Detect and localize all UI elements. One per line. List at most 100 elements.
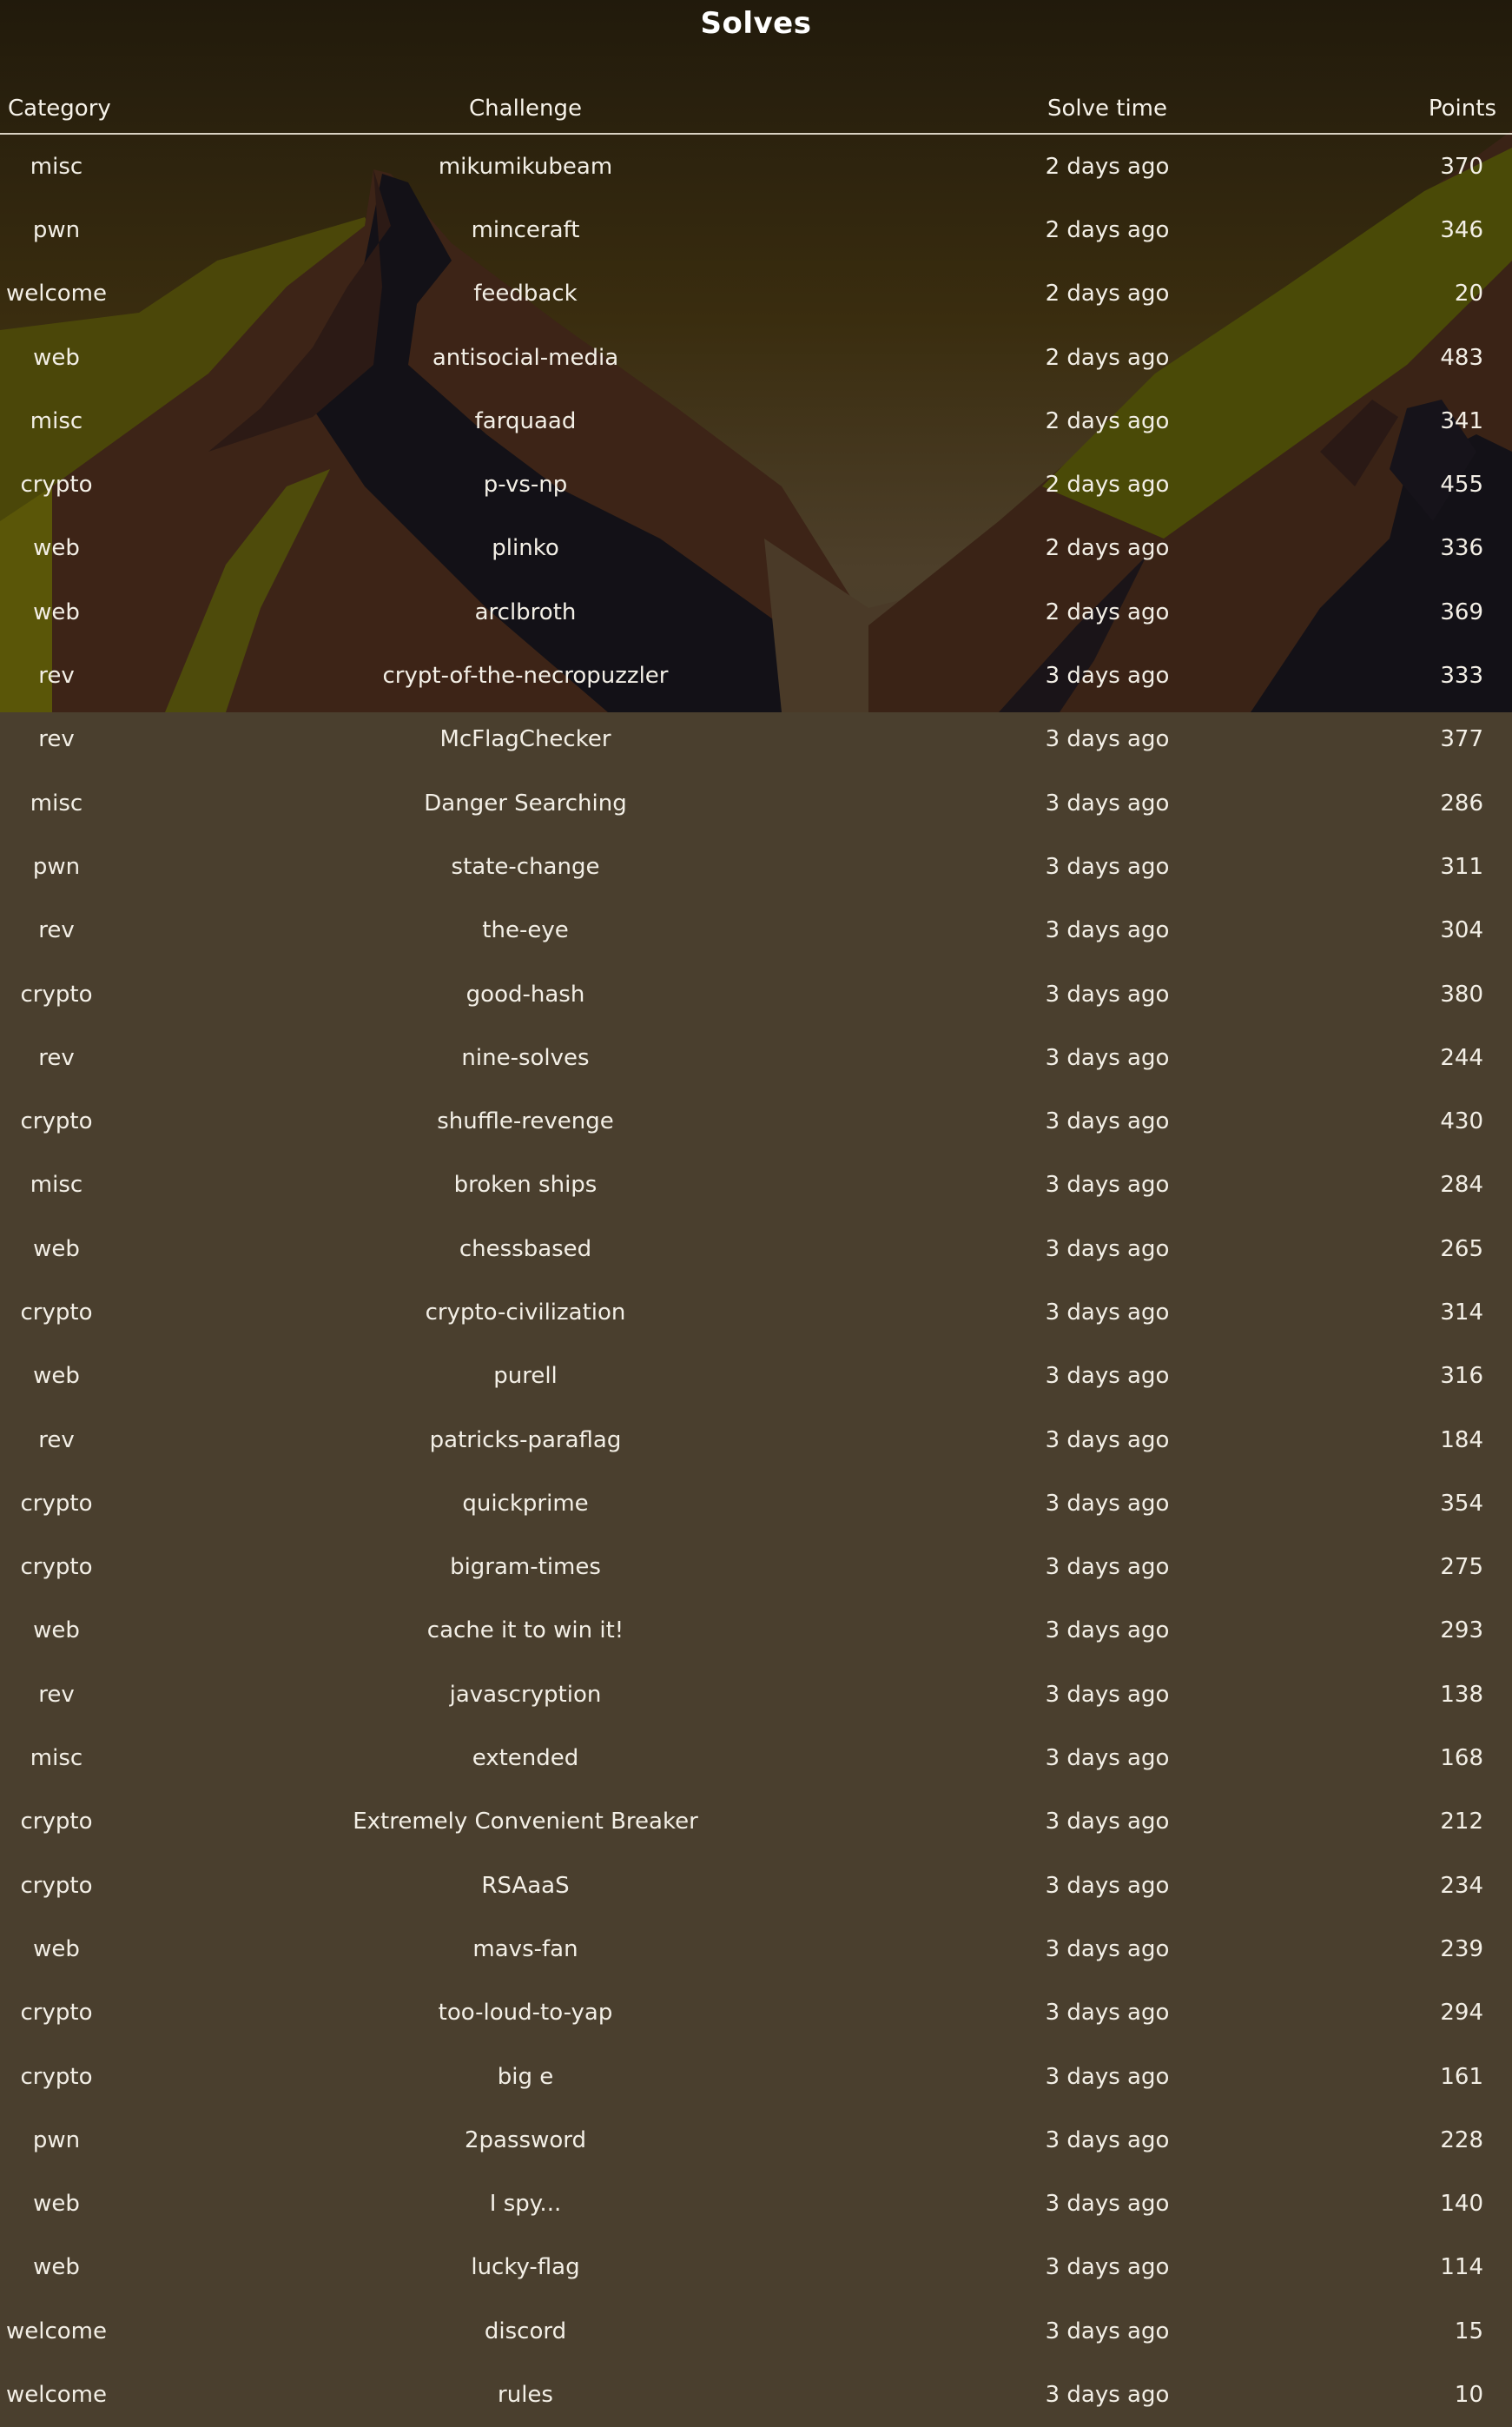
points-cell: 314 — [1440, 1299, 1483, 1326]
points-cell: 354 — [1440, 1490, 1483, 1517]
points-cell: 370 — [1440, 153, 1483, 180]
table-row: crypto good-hash 3 days ago 380 — [0, 962, 1512, 1026]
points-cell: 286 — [1440, 790, 1483, 817]
points-cell: 377 — [1440, 726, 1483, 753]
table-row: web arclbroth 2 days ago 369 — [0, 580, 1512, 644]
category-cell: welcome — [5, 281, 107, 308]
table-row: welcome rules 3 days ago 10 — [0, 2363, 1512, 2426]
challenge-cell: big e — [497, 2063, 554, 2090]
table-row: crypto shuffle-revenge 3 days ago 430 — [0, 1089, 1512, 1153]
challenge-cell: the-eye — [482, 917, 569, 944]
solves-panel: Solves Category Challenge Solve time Poi… — [0, 0, 1512, 2427]
points-cell: 294 — [1440, 2000, 1483, 2027]
points-cell: 369 — [1440, 598, 1483, 625]
challenge-cell: state-change — [451, 853, 600, 880]
solve-time-cell: 3 days ago — [1045, 1108, 1170, 1135]
challenge-cell: mavs-fan — [472, 1935, 578, 1962]
challenge-cell: 2password — [465, 2126, 586, 2153]
category-cell: web — [33, 535, 80, 562]
points-cell: 483 — [1440, 344, 1483, 371]
points-cell: 284 — [1440, 1172, 1483, 1199]
challenge-cell: RSAaaS — [481, 1872, 570, 1899]
points-cell: 228 — [1440, 2126, 1483, 2153]
solve-time-cell: 3 days ago — [1045, 1935, 1170, 1962]
category-cell: pwn — [32, 216, 81, 243]
challenge-cell: Danger Searching — [424, 790, 627, 817]
solve-time-cell: 2 days ago — [1045, 216, 1170, 243]
challenge-cell: chessbased — [459, 1235, 592, 1262]
challenge-cell: crypt-of-the-necropuzzler — [382, 663, 669, 690]
category-cell: crypto — [20, 1554, 93, 1581]
challenge-cell: patricks-paraflag — [429, 1426, 622, 1453]
solve-time-cell: 3 days ago — [1045, 1426, 1170, 1453]
challenge-cell: discord — [484, 2318, 567, 2344]
table-row: web chessbased 3 days ago 265 — [0, 1217, 1512, 1280]
category-cell: pwn — [32, 853, 81, 880]
solve-time-cell: 3 days ago — [1045, 1809, 1170, 1835]
solve-time-cell: 3 days ago — [1045, 2382, 1170, 2409]
solve-time-cell: 3 days ago — [1045, 663, 1170, 690]
category-cell: web — [33, 1235, 80, 1262]
category-cell: misc — [30, 153, 83, 180]
category-cell: rev — [38, 1681, 75, 1708]
challenge-cell: lucky-flag — [471, 2254, 580, 2281]
table-row: crypto big e 3 days ago 161 — [0, 2045, 1512, 2108]
solve-time-cell: 3 days ago — [1045, 1044, 1170, 1071]
column-header-category: Category — [0, 84, 113, 135]
category-cell: crypto — [20, 472, 93, 499]
challenge-cell: javascryption — [449, 1681, 602, 1708]
table-row: web purell 3 days ago 316 — [0, 1345, 1512, 1408]
challenge-cell: arclbroth — [474, 598, 577, 625]
category-cell: crypto — [20, 2063, 93, 2090]
points-cell: 304 — [1440, 917, 1483, 944]
table-row: welcome discord 3 days ago 15 — [0, 2299, 1512, 2363]
category-cell: rev — [38, 726, 75, 753]
challenge-cell: broken ships — [453, 1172, 598, 1199]
table-row: rev the-eye 3 days ago 304 — [0, 899, 1512, 962]
table-row: rev crypt-of-the-necropuzzler 3 days ago 33… — [0, 644, 1512, 707]
category-cell: rev — [38, 917, 75, 944]
challenge-cell: purell — [493, 1363, 558, 1390]
challenge-cell: good-hash — [465, 981, 585, 1008]
points-cell: 380 — [1440, 981, 1483, 1008]
challenge-cell: too-loud-to-yap — [438, 2000, 613, 2027]
category-cell: web — [33, 344, 80, 371]
challenge-cell: crypto-civilization — [425, 1299, 626, 1326]
table-row: pwn state-change 3 days ago 311 — [0, 835, 1512, 898]
challenge-cell: cache it to win it! — [426, 1617, 624, 1644]
page-title: Solves — [700, 6, 812, 41]
challenge-cell: I spy... — [489, 2191, 562, 2218]
solve-time-cell: 2 days ago — [1045, 535, 1170, 562]
table-row: web lucky-flag 3 days ago 114 — [0, 2236, 1512, 2299]
table-row: web cache it to win it! 3 days ago 293 — [0, 1599, 1512, 1663]
table-row: crypto Extremely Convenient Breaker 3 days… — [0, 1790, 1512, 1854]
category-cell: crypto — [20, 1490, 93, 1517]
table-row: rev patricks-paraflag 3 days ago 184 — [0, 1408, 1512, 1471]
challenge-cell: antisocial-media — [432, 344, 619, 371]
solves-table: Category Challenge Solve time Points mis… — [0, 84, 1512, 2427]
category-cell: crypto — [20, 1809, 93, 1835]
solve-time-cell: 3 days ago — [1045, 726, 1170, 753]
solve-time-cell: 3 days ago — [1045, 2318, 1170, 2344]
column-header-challenge: Challenge — [113, 84, 938, 135]
solve-time-cell: 2 days ago — [1045, 472, 1170, 499]
challenge-cell: shuffle-revenge — [437, 1108, 614, 1135]
category-cell: web — [33, 1617, 80, 1644]
solve-time-cell: 3 days ago — [1045, 2063, 1170, 2090]
table-row: crypto crypto-civilization 3 days ago 314 — [0, 1280, 1512, 1344]
challenge-cell: extended — [472, 1745, 579, 1772]
table-row: pwn minceraft 2 days ago 346 — [0, 198, 1512, 261]
points-cell: 346 — [1440, 216, 1483, 243]
table-row: misc Danger Searching 3 days ago 286 — [0, 771, 1512, 835]
solve-time-cell: 3 days ago — [1045, 981, 1170, 1008]
solve-time-cell: 2 days ago — [1045, 344, 1170, 371]
points-cell: 336 — [1440, 535, 1483, 562]
points-cell: 168 — [1440, 1745, 1483, 1772]
category-cell: crypto — [20, 981, 93, 1008]
points-cell: 341 — [1440, 407, 1483, 434]
category-cell: crypto — [20, 2000, 93, 2027]
table-row: crypto RSAaaS 3 days ago 234 — [0, 1854, 1512, 1917]
category-cell: crypto — [20, 1108, 93, 1135]
challenge-cell: nine-solves — [461, 1044, 590, 1071]
category-cell: misc — [30, 790, 83, 817]
